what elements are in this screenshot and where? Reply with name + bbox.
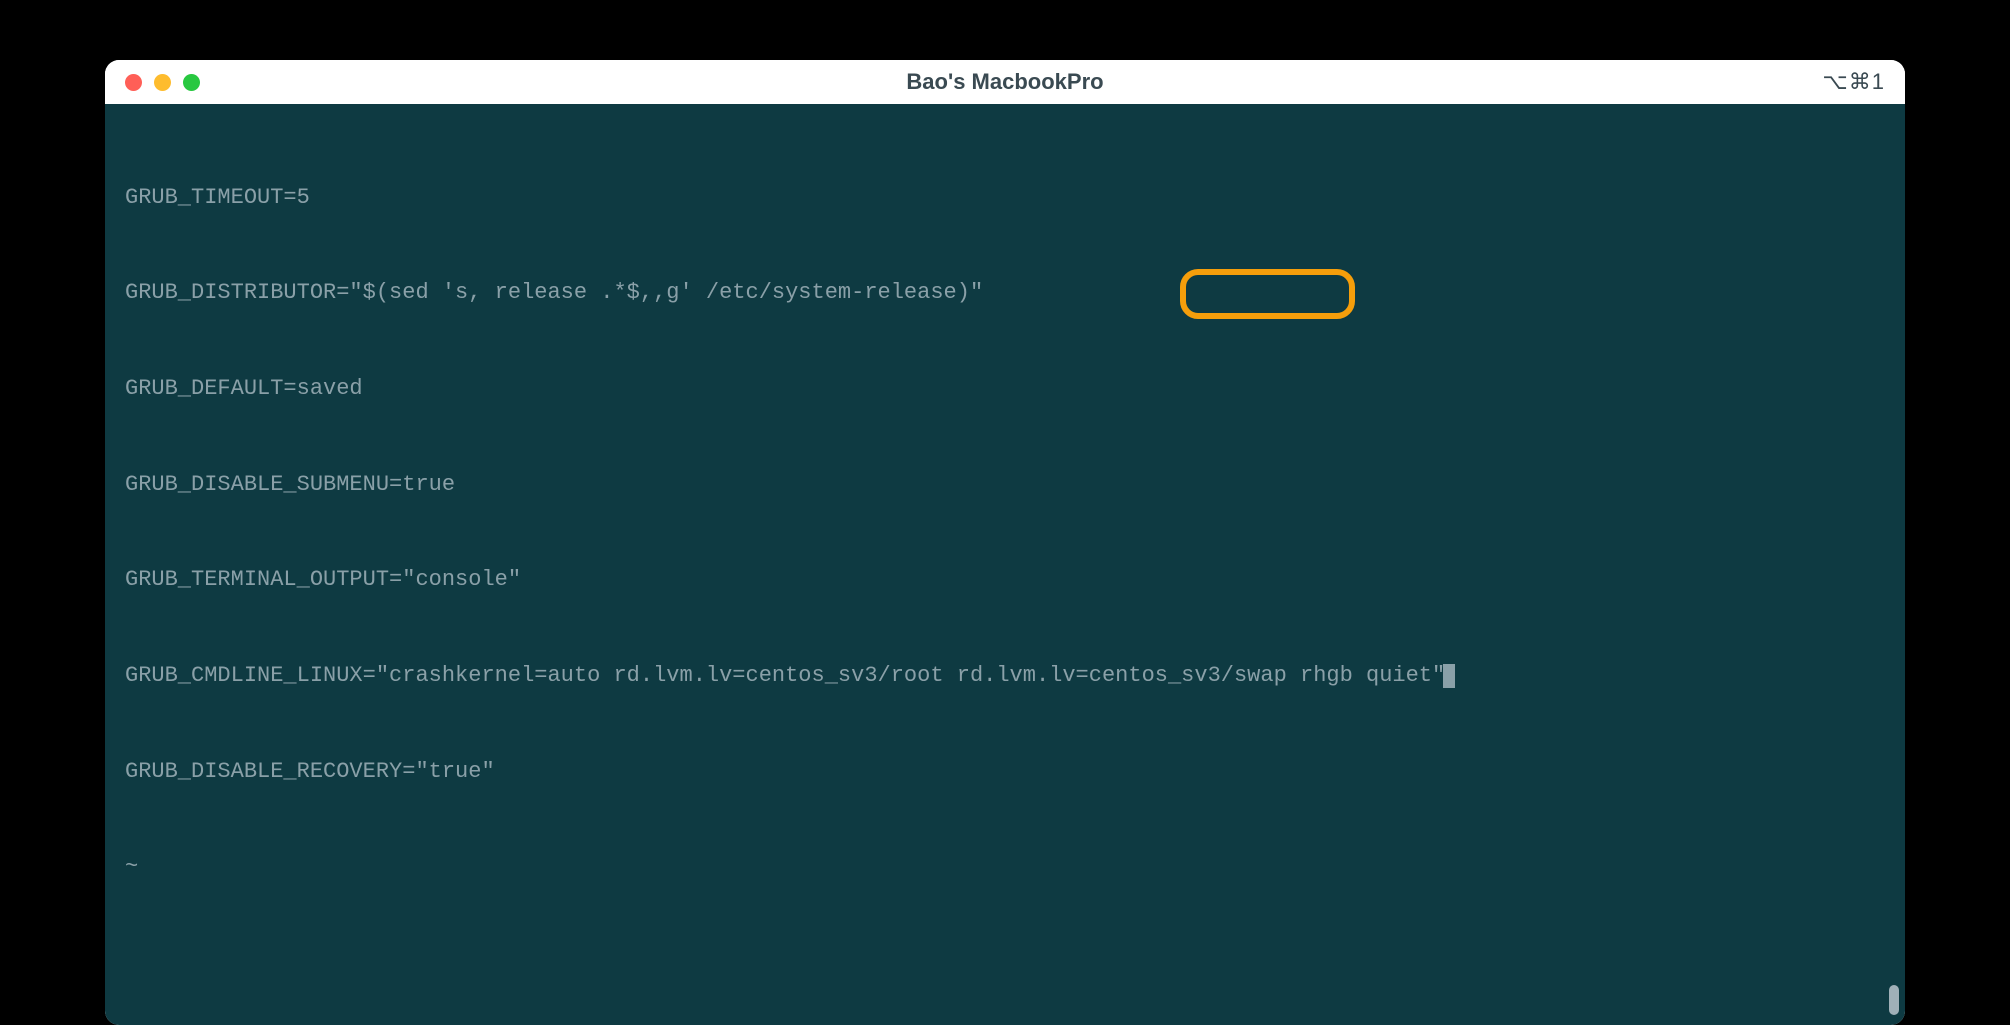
shortcut-indicator: ⌥⌘1 [1822, 69, 1885, 95]
terminal-line: GRUB_DISABLE_RECOVERY="true" [125, 756, 1885, 788]
maximize-button[interactable] [183, 74, 200, 91]
terminal-line: GRUB_DEFAULT=saved [125, 373, 1885, 405]
terminal-line: GRUB_DISABLE_SUBMENU=true [125, 469, 1885, 501]
terminal-content[interactable]: GRUB_TIMEOUT=5 GRUB_DISTRIBUTOR="$(sed '… [125, 118, 1885, 1011]
terminal-line: GRUB_TIMEOUT=5 [125, 182, 1885, 214]
close-button[interactable] [125, 74, 142, 91]
minimize-button[interactable] [154, 74, 171, 91]
window-title: Bao's MacbookPro [906, 69, 1103, 95]
terminal-line: GRUB_TERMINAL_OUTPUT="console" [125, 564, 1885, 596]
traffic-lights [125, 74, 200, 91]
terminal-body[interactable]: GRUB_TIMEOUT=5 GRUB_DISTRIBUTOR="$(sed '… [105, 104, 1905, 1025]
terminal-line: GRUB_CMDLINE_LINUX="crashkernel=auto rd.… [125, 660, 1885, 692]
cursor-icon [1443, 664, 1455, 688]
titlebar: Bao's MacbookPro ⌥⌘1 [105, 60, 1905, 104]
terminal-line: ~ [125, 851, 1885, 883]
scrollbar-thumb[interactable] [1889, 985, 1899, 1015]
terminal-line: GRUB_DISTRIBUTOR="$(sed 's, release .*$,… [125, 277, 1885, 309]
terminal-window: Bao's MacbookPro ⌥⌘1 GRUB_TIMEOUT=5 GRUB… [105, 60, 1905, 1025]
